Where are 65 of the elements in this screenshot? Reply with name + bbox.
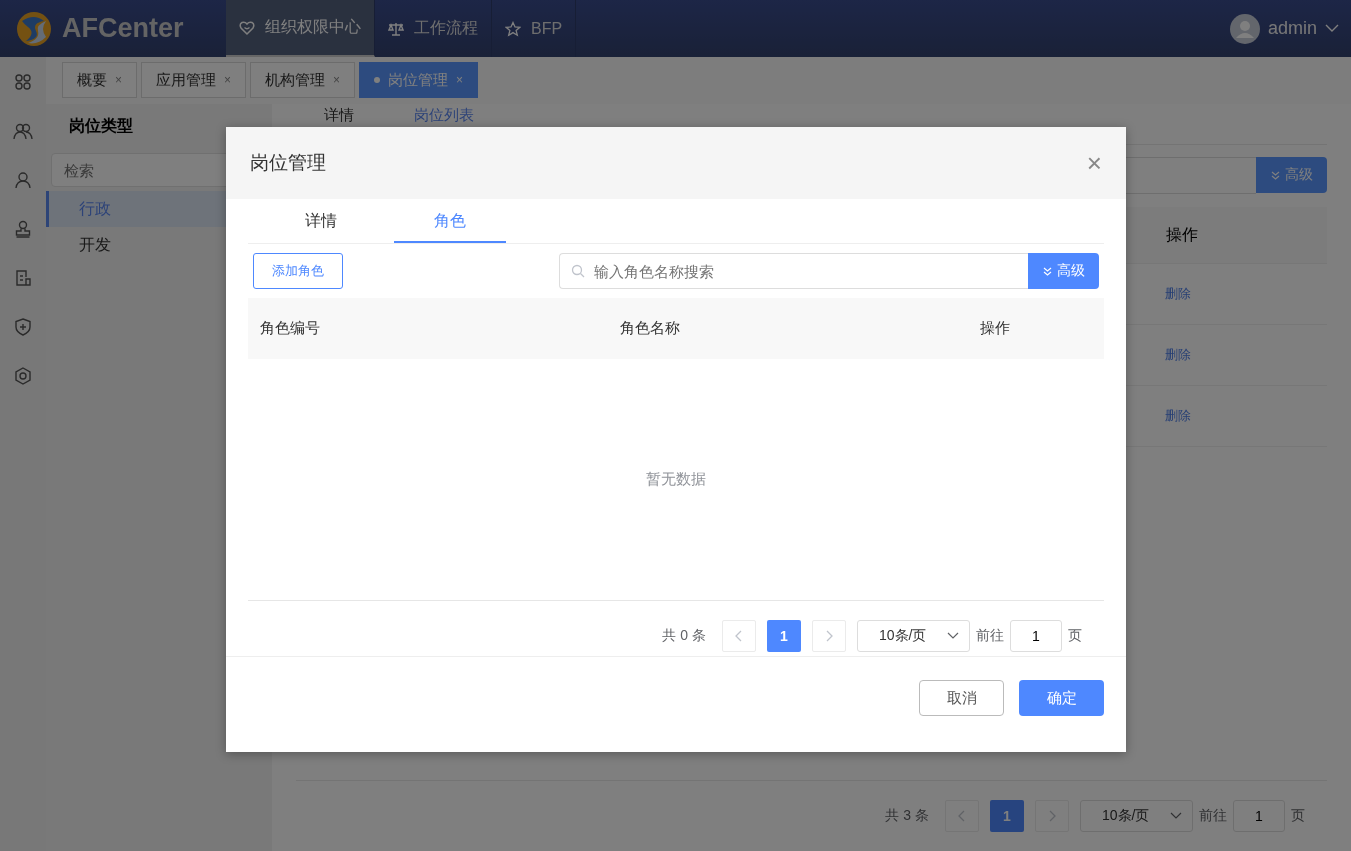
page-tab[interactable]: 机构管理 × (250, 62, 356, 98)
advanced-button[interactable]: 高级 (1256, 157, 1327, 193)
empty-message: 暂无数据 (646, 470, 706, 489)
logo-icon (16, 10, 52, 47)
page-tab[interactable]: 概要 × (62, 62, 137, 98)
dialog-tab[interactable]: 角色 (394, 199, 506, 243)
cancel-button[interactable]: 取消 (919, 680, 1004, 716)
page-size-select[interactable]: 10条/页 (1080, 800, 1193, 832)
confirm-button[interactable]: 确定 (1019, 680, 1104, 716)
user-icon[interactable] (15, 171, 31, 189)
column-header: 角色编号 (260, 319, 321, 338)
search-icon (571, 264, 585, 278)
double-chevron-down-icon (1042, 265, 1053, 277)
app-name: AFCenter (62, 13, 184, 44)
scale-icon (388, 20, 404, 37)
add-role-button[interactable]: 添加角色 (253, 253, 343, 289)
column-header: 操作 (1166, 224, 1198, 245)
user-menu[interactable]: admin (1229, 13, 1339, 44)
total-count: 共 0 条 (662, 626, 706, 645)
close-tab-button[interactable]: × (224, 73, 232, 87)
total-count: 共 3 条 (885, 807, 929, 825)
users-icon[interactable] (13, 122, 33, 140)
hexagon-settings-icon[interactable] (14, 367, 32, 385)
avatar-icon (1229, 13, 1260, 44)
chevron-down-icon (1170, 812, 1182, 820)
delete-link[interactable]: 删除 (1165, 285, 1191, 303)
page-number[interactable]: 1 (767, 619, 801, 652)
nav-tab[interactable]: 组织权限中心 (226, 0, 375, 57)
page-unit-label: 页 (1068, 626, 1082, 645)
advanced-button[interactable]: 高级 (1028, 253, 1099, 289)
star-icon (505, 20, 521, 37)
content-tab[interactable]: 详情 (324, 104, 354, 123)
apps-icon[interactable] (14, 73, 32, 91)
content-tab[interactable]: 岗位列表 (414, 104, 474, 123)
page-input[interactable]: 1 (1233, 800, 1285, 832)
close-tab-button[interactable]: × (456, 73, 464, 87)
stamp-icon[interactable] (15, 220, 31, 238)
chevron-down-icon (1325, 24, 1339, 33)
smile-heart-icon (239, 19, 255, 36)
column-header: 操作 (980, 319, 1010, 338)
page-tab[interactable]: 应用管理 × (141, 62, 247, 98)
chevron-left-icon (735, 629, 743, 642)
goto-label: 前往 (1199, 807, 1227, 825)
column-header: 角色名称 (620, 319, 681, 338)
close-button[interactable]: × (1086, 150, 1102, 176)
close-tab-button[interactable]: × (333, 73, 341, 87)
delete-link[interactable]: 删除 (1165, 407, 1191, 425)
page-unit-label: 页 (1291, 807, 1305, 825)
document-icon[interactable] (15, 269, 31, 287)
page-input[interactable]: 1 (1010, 619, 1062, 652)
double-chevron-down-icon (1270, 169, 1281, 181)
close-tab-button[interactable]: × (115, 73, 122, 87)
page-tab[interactable]: 岗位管理 × (359, 62, 479, 98)
chevron-right-icon (825, 629, 833, 642)
search-field[interactable]: 输入角色名称搜索 (559, 253, 1028, 289)
active-dot-icon (374, 77, 381, 83)
chevron-down-icon (947, 631, 959, 640)
page-size-select[interactable]: 10条/页 (857, 619, 970, 652)
panel-title: 岗位类型 (68, 116, 134, 136)
delete-link[interactable]: 删除 (1165, 346, 1191, 364)
chevron-right-icon (1048, 810, 1056, 822)
page-number[interactable]: 1 (990, 800, 1024, 832)
chevron-left-icon (958, 810, 966, 822)
goto-label: 前往 (976, 626, 1004, 645)
shield-plus-icon[interactable] (15, 318, 31, 336)
